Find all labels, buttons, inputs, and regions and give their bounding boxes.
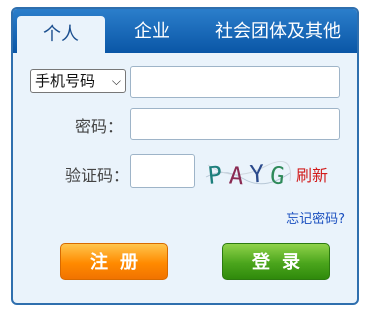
account-type-value: 手机号码 [35,72,96,90]
captcha-label: 验证码： [64,166,129,185]
tab-person[interactable]: 个人 [17,16,105,53]
tab-bar: 个人 企业 社会团体及其他 [13,9,357,53]
svg-text:A: A [228,161,245,190]
captcha-input[interactable] [130,154,195,188]
password-input[interactable] [130,108,340,140]
forgot-password-link[interactable]: 忘记密码? [286,208,345,227]
tab-social-groups[interactable]: 社会团体及其他 [201,9,355,53]
password-label: 密码： [74,117,123,136]
chevron-down-icon: ⌵ [111,74,121,88]
account-type-select[interactable]: 手机号码 ⌵ [30,69,126,93]
svg-text:P: P [206,161,223,190]
svg-text:G: G [269,161,286,190]
tab-company[interactable]: 企业 [119,9,185,53]
svg-text:Y: Y [249,160,266,189]
captcha-refresh-link[interactable]: 刷新 [296,162,328,186]
register-button[interactable]: 注册 [60,243,168,280]
login-button[interactable]: 登录 [222,243,330,280]
login-panel: 个人 企业 社会团体及其他 手机号码 ⌵ 密码： 验证码： P A Y G 刷新… [11,7,359,305]
captcha-image[interactable]: P A Y G [204,157,292,191]
account-input[interactable] [130,66,340,98]
